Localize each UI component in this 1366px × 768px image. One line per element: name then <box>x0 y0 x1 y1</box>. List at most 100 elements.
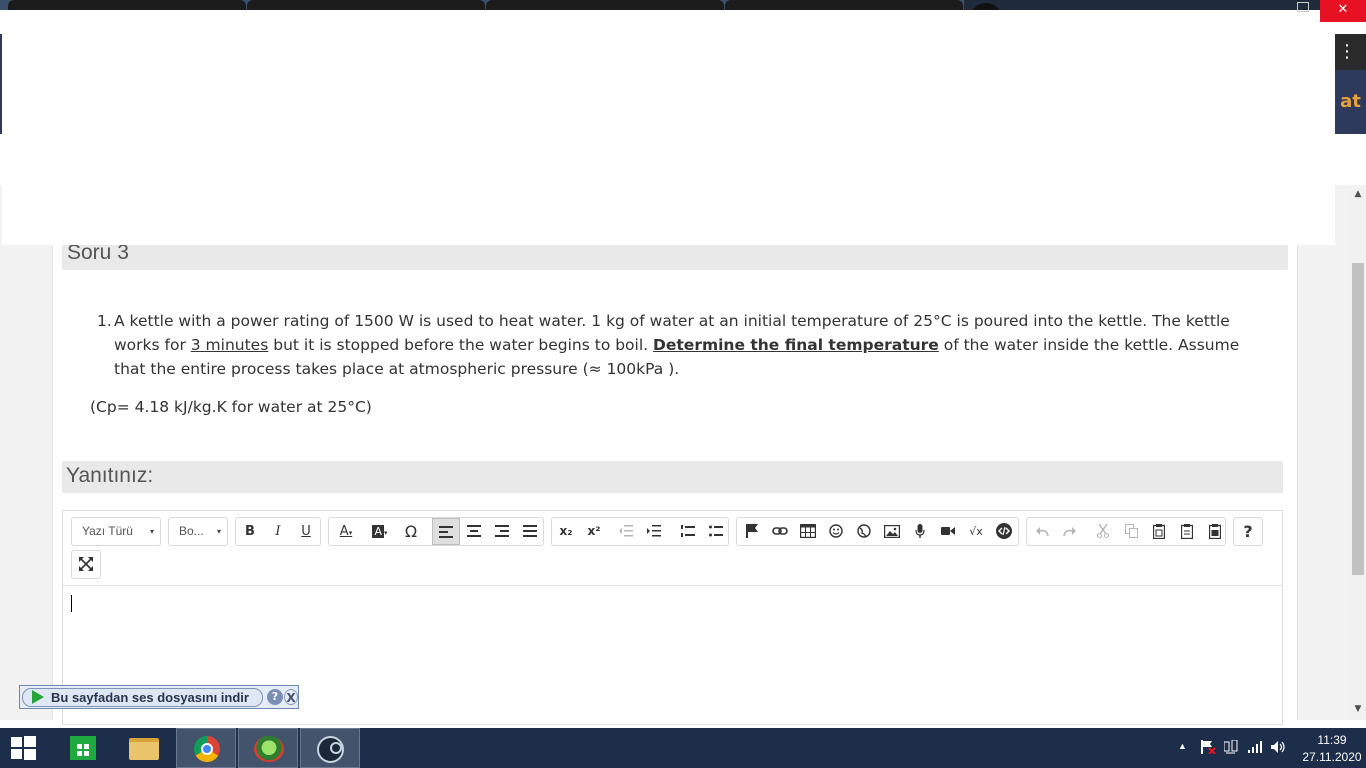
table-button[interactable] <box>794 518 822 545</box>
code-icon <box>996 523 1012 539</box>
system-tray: ▲ 11:39 27.11.2020 <box>1170 728 1366 768</box>
bold-button[interactable]: B <box>236 518 264 545</box>
redo-icon <box>1063 527 1076 537</box>
text-caret <box>71 595 72 612</box>
image-button[interactable] <box>878 518 906 545</box>
italic-button[interactable]: I <box>264 518 292 545</box>
help-button[interactable]: ? <box>1234 518 1262 545</box>
start-button[interactable] <box>0 728 48 768</box>
font-size-dropdown[interactable]: Bo... ▾ <box>168 517 228 546</box>
windows-logo-icon <box>11 749 22 759</box>
outdent-icon <box>619 525 633 537</box>
scroll-down-arrow-icon[interactable]: ▼ <box>1350 704 1366 718</box>
browser-menu-icon[interactable]: ⋮ <box>1337 38 1357 66</box>
text-color-button[interactable]: A▾ <box>329 518 363 545</box>
scroll-thumb[interactable] <box>1352 263 1364 575</box>
undo-button[interactable] <box>1028 518 1056 545</box>
browser-tab[interactable] <box>8 0 246 10</box>
question-item-number: 1. <box>97 312 112 330</box>
windows-logo-icon <box>24 749 36 760</box>
browser-tab[interactable] <box>486 0 724 10</box>
history-clipboard-group <box>1026 517 1226 546</box>
clipboard-icon <box>1152 524 1166 540</box>
taskbar-chrome[interactable] <box>176 728 236 768</box>
emoticon-button[interactable] <box>822 518 850 545</box>
taskbar-steam[interactable] <box>300 728 360 768</box>
background-color-icon: A <box>372 525 384 538</box>
fullscreen-button[interactable] <box>72 551 100 578</box>
record-audio-button[interactable] <box>906 518 934 545</box>
windows-logo-icon <box>24 736 36 747</box>
paste-word-button[interactable] <box>1201 518 1229 545</box>
audio-close-button[interactable]: X <box>284 689 298 705</box>
format-group: A▾ A ▾ Ω <box>328 517 544 546</box>
indent-button[interactable] <box>640 518 668 545</box>
equation-button[interactable]: √x <box>962 518 990 545</box>
browser-tab[interactable] <box>247 0 485 10</box>
volume-icon[interactable] <box>1271 740 1287 757</box>
question-text-emphasis: Determine the final temperature <box>653 336 939 354</box>
steam-icon <box>317 736 344 763</box>
action-center-flag-icon[interactable] <box>1200 740 1216 757</box>
folder-icon <box>129 738 159 760</box>
flag-anchor-button[interactable] <box>738 518 766 545</box>
download-audio-button[interactable]: Bu sayfadan ses dosyasını indir <box>22 688 263 707</box>
background-color-button[interactable]: A ▾ <box>363 518 397 545</box>
audio-help-button[interactable]: ? <box>267 689 283 705</box>
scroll-up-arrow-icon[interactable]: ▲ <box>1350 189 1366 203</box>
globe-icon <box>857 524 871 538</box>
play-icon <box>32 690 44 704</box>
smiley-icon <box>829 524 843 538</box>
text-color-icon: A <box>339 524 349 539</box>
browser-tab-strip <box>0 0 1366 10</box>
chevron-down-icon: ▾ <box>348 529 353 537</box>
superscript-button[interactable]: x² <box>580 518 608 545</box>
bullet-list-button[interactable] <box>702 518 730 545</box>
align-right-button[interactable] <box>488 518 516 545</box>
audio-download-bar: Bu sayfadan ses dosyasını indir ? X <box>19 685 299 709</box>
taskbar-file-explorer[interactable] <box>113 728 173 768</box>
link-icon <box>772 527 788 535</box>
record-video-button[interactable] <box>934 518 962 545</box>
numbered-list-button[interactable] <box>674 518 702 545</box>
underline-button[interactable]: U <box>292 518 320 545</box>
signal-icon[interactable] <box>1248 740 1264 757</box>
font-family-dropdown[interactable]: Yazı Türü ▾ <box>71 517 161 546</box>
restore-window-icon[interactable] <box>1297 2 1309 12</box>
clock-date[interactable]: 27.11.2020 <box>1298 750 1366 764</box>
show-hidden-icons-icon[interactable]: ▲ <box>1178 741 1187 751</box>
justify-button[interactable] <box>516 518 544 545</box>
expand-icon <box>79 557 93 571</box>
answer-header: Yanıtınız: <box>62 461 1283 493</box>
clock-time[interactable]: 11:39 <box>1298 733 1366 747</box>
chevron-down-icon: ▾ <box>149 527 154 536</box>
taskbar-download-manager[interactable] <box>238 728 298 768</box>
network-icon[interactable] <box>1223 739 1238 757</box>
outdent-button[interactable] <box>612 518 640 545</box>
link-button[interactable] <box>766 518 794 545</box>
page-scrollbar[interactable]: ▲ ▼ <box>1350 185 1366 720</box>
align-left-button[interactable] <box>432 518 460 545</box>
copy-icon <box>1124 524 1138 538</box>
font-size-label: Bo... <box>179 524 204 538</box>
html-source-button[interactable] <box>990 518 1018 545</box>
scissors-icon <box>1097 523 1109 538</box>
align-center-button[interactable] <box>460 518 488 545</box>
paste-text-button[interactable] <box>1173 518 1201 545</box>
bullet-list-icon <box>709 525 723 537</box>
paste-button[interactable] <box>1145 518 1173 545</box>
copy-button[interactable] <box>1117 518 1145 545</box>
special-character-button[interactable]: Ω <box>397 518 425 545</box>
align-center-icon <box>467 525 481 537</box>
close-window-button[interactable]: ✕ <box>1320 0 1366 22</box>
media-embed-button[interactable] <box>850 518 878 545</box>
taskbar-store[interactable] <box>52 728 112 768</box>
subscript-button[interactable]: x₂ <box>552 518 580 545</box>
question-note: (Cp= 4.18 kJ/kg.K for water at 25°C) <box>90 398 372 416</box>
redo-button[interactable] <box>1056 518 1084 545</box>
align-left-icon <box>439 526 453 538</box>
browser-tab[interactable] <box>725 0 963 10</box>
cut-button[interactable] <box>1089 518 1117 545</box>
site-banner-fragment: at <box>1335 70 1366 134</box>
video-camera-icon <box>941 527 955 535</box>
